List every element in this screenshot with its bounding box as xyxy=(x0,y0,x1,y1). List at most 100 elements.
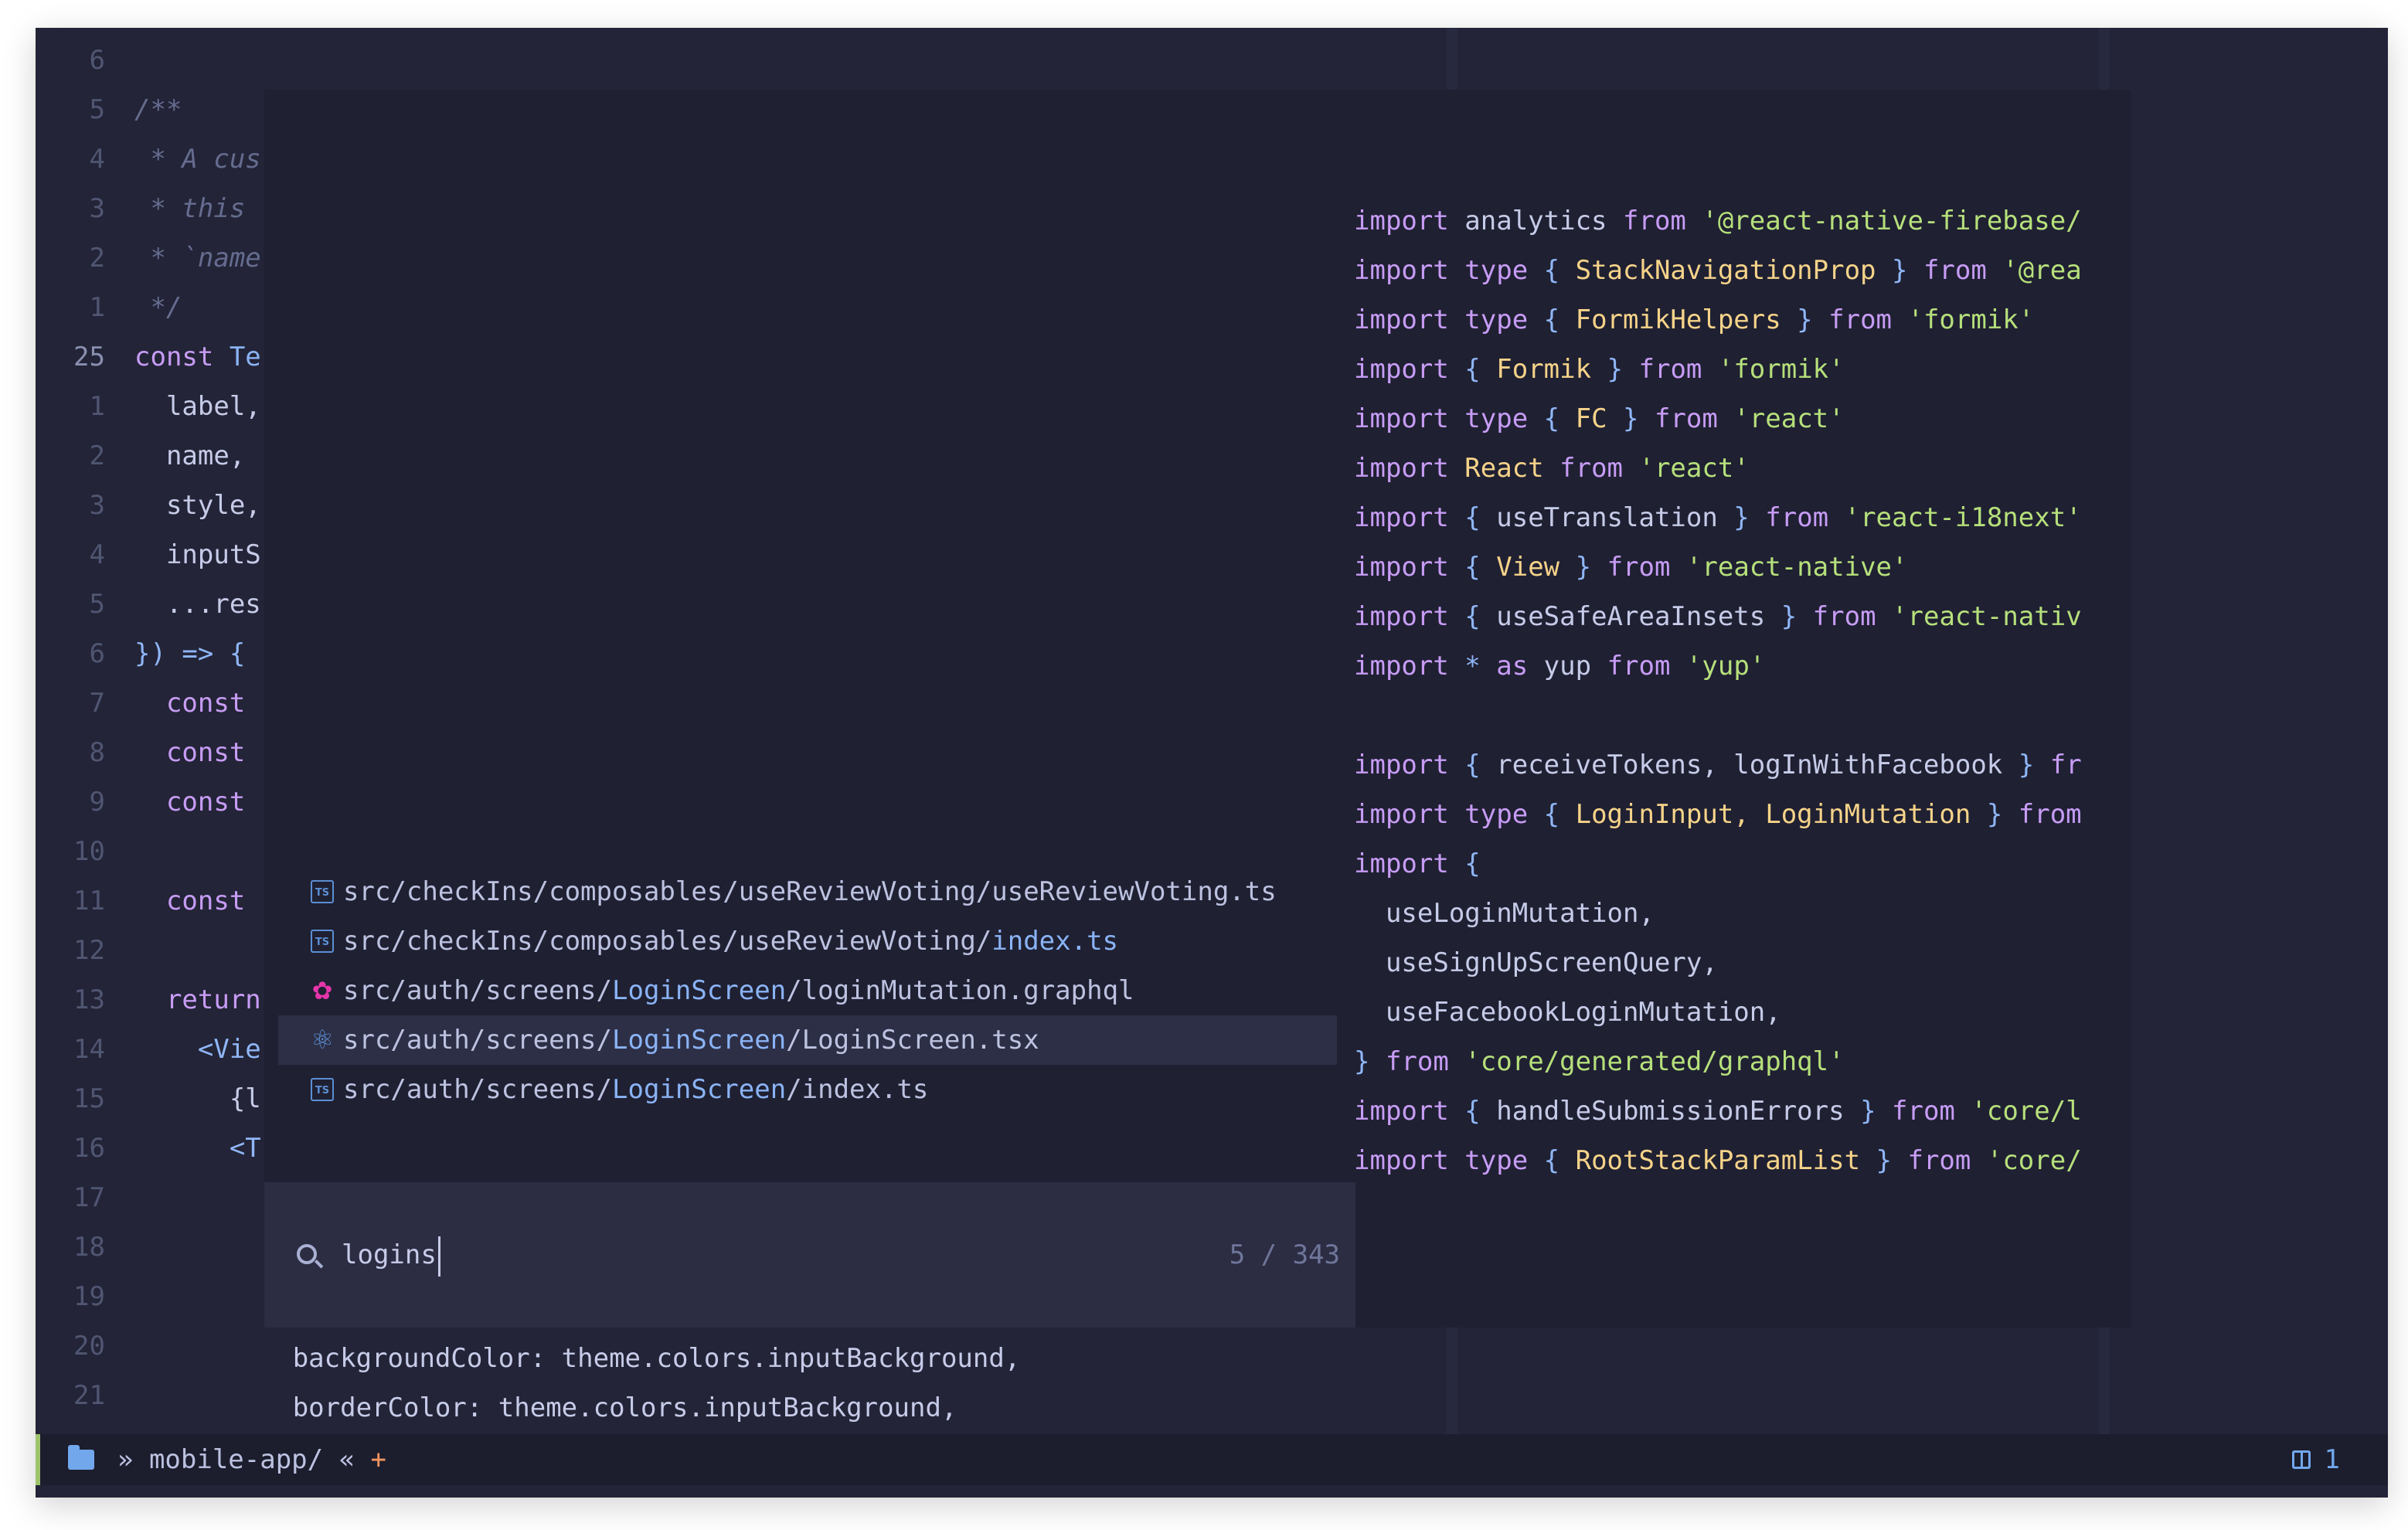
preview-line: } from 'core/generated/graphql' xyxy=(1354,1037,1845,1086)
code-line: ...res xyxy=(134,580,261,629)
picker-result-item[interactable]: TS src/checkIns/composables/useReviewVoti… xyxy=(278,867,1337,916)
react-file-icon: ⚛ xyxy=(311,1025,335,1056)
code-line: * this xyxy=(134,184,245,233)
preview-line: import { handleSubmissionErrors } from '… xyxy=(1354,1086,2082,1136)
line-number-gutter: 6 5 4 3 2 1 25 1 2 3 4 5 6 7 8 9 10 11 12 13 14 15 16 17 18 19 20 2… xyxy=(36,28,128,1462)
code-token: } xyxy=(1986,799,2019,830)
line-number: 5 xyxy=(89,94,105,125)
line-number: 9 xyxy=(89,787,105,818)
code-token: name, xyxy=(134,440,246,471)
match-highlight: index.ts xyxy=(991,926,1119,957)
code-token: */ xyxy=(134,292,182,323)
code-token: 'react-native' xyxy=(1685,552,1908,583)
typescript-file-icon: TS xyxy=(311,880,334,903)
code-token: import xyxy=(1354,354,1465,385)
path-segment: src/auth/screens/ xyxy=(343,975,612,1006)
line-number: 3 xyxy=(89,490,105,521)
line-number: 16 xyxy=(73,1133,105,1164)
code-token: yup xyxy=(1543,651,1607,682)
picker-result-item[interactable]: TS src/checkIns/composables/useReviewVoti… xyxy=(278,916,1337,966)
code-token: { xyxy=(1543,799,1576,830)
code-token: label, xyxy=(134,391,261,422)
code-token: const xyxy=(134,787,246,818)
status-bar: » mobile-app/ « + 1 xyxy=(36,1434,2388,1485)
path-segment: src/checkIns/composables/useReviewVoting… xyxy=(343,926,992,957)
search-icon xyxy=(297,1244,317,1264)
match-highlight: LoginScreen xyxy=(612,1074,787,1105)
line-number: 6 xyxy=(89,638,105,669)
picker-result-item[interactable]: TS src/auth/screens/LoginScreen/index.ts xyxy=(278,1065,1337,1114)
picker-result-item[interactable]: ✿ src/auth/screens/LoginScreen/loginMutat… xyxy=(278,966,1337,1015)
code-token: } xyxy=(1860,1096,1893,1127)
line-number: 18 xyxy=(73,1232,105,1263)
code-token: useSignUpScreenQuery, xyxy=(1354,947,1718,978)
code-token: } xyxy=(1876,1145,1908,1176)
preview-line: import type { LoginInput, LoginMutation … xyxy=(1354,790,2082,839)
path-segment: /loginMutation.graphql xyxy=(786,975,1134,1006)
code-token: import xyxy=(1354,848,1465,879)
code-token: } xyxy=(1733,502,1766,533)
preview-line: import { useTranslation } from 'react-i1… xyxy=(1354,493,2082,542)
code-token: from xyxy=(1654,403,1734,434)
line-number: 8 xyxy=(89,737,105,768)
picker-result-item[interactable]: ⚛ src/auth/screens/LoginScreen/LoginScree… xyxy=(278,1015,1337,1065)
code-token: ...res xyxy=(134,589,261,620)
code-token: LoginInput, LoginMutation xyxy=(1575,799,1987,830)
code-token: /** xyxy=(134,94,182,125)
code-token: receiveTokens, logInWithFacebook xyxy=(1496,750,2019,780)
code-token: { xyxy=(1464,502,1497,533)
code-token: } xyxy=(1797,304,1829,335)
code-line: inputS xyxy=(134,530,261,580)
line-number: 21 xyxy=(73,1380,105,1411)
result-path: src/auth/screens/LoginScreen/index.ts xyxy=(343,1065,928,1114)
line-number: 7 xyxy=(89,688,105,719)
preview-line: import { View } from 'react-native' xyxy=(1354,542,1908,592)
modified-indicator: + xyxy=(370,1444,387,1475)
graphql-file-icon: ✿ xyxy=(311,976,333,1005)
mode-indicator xyxy=(36,1434,40,1485)
diagnostics-count[interactable]: 1 xyxy=(2325,1434,2340,1485)
code-token: 'core/ xyxy=(1986,1145,2082,1176)
result-path: src/checkIns/composables/useReviewVoting… xyxy=(343,867,1277,916)
code-token: 'react-i18next' xyxy=(1844,502,2082,533)
code-token: handleSubmissionErrors xyxy=(1496,1096,1861,1127)
code-token: from xyxy=(1559,453,1639,484)
line-number: 19 xyxy=(73,1281,105,1312)
line-number: 12 xyxy=(73,935,105,966)
code-line: backgroundColor: theme.colors.inputBackg… xyxy=(134,1343,1021,1374)
preview-line: import { useSafeAreaInsets } from 'react… xyxy=(1354,592,2082,641)
code-token: Te xyxy=(229,342,261,372)
code-token: from xyxy=(1812,601,1893,632)
code-token: import xyxy=(1354,552,1465,583)
line-number: 1 xyxy=(89,292,105,323)
code-token: from xyxy=(1923,255,2003,286)
code-token: 'react' xyxy=(1733,403,1845,434)
code-line: <Vie xyxy=(134,1025,261,1074)
code-token: 'react' xyxy=(1638,453,1750,484)
code-token: const xyxy=(134,342,230,372)
code-token: <Vie xyxy=(134,1034,261,1065)
preview-line: import type { RootStackParamList } from … xyxy=(1354,1136,2082,1179)
code-token: } xyxy=(1607,354,1639,385)
code-token: 'react-nativ xyxy=(1892,601,2082,632)
code-token: inputS xyxy=(134,539,261,570)
search-query: logins xyxy=(342,1239,437,1270)
preview-line: import analytics from '@react-native-fir… xyxy=(1354,196,2082,246)
preview-line: import { receiveTokens, logInWithFaceboo… xyxy=(1354,740,2082,790)
code-line: {l xyxy=(134,1074,261,1124)
preview-line: import { Formik } from 'formik' xyxy=(1354,345,1845,394)
path-segment: /LoginScreen.tsx xyxy=(786,1025,1039,1056)
picker-prompt[interactable]: logins 5 / 343 xyxy=(264,1182,1355,1328)
path-text: mobile-app/ xyxy=(148,1444,324,1475)
code-line: label, xyxy=(134,382,261,431)
search-input[interactable]: logins xyxy=(342,1230,440,1280)
code-editor-lower[interactable]: backgroundColor: theme.colors.inputBackg… xyxy=(134,1334,1448,1434)
editor-window: 6 5 4 3 2 1 25 1 2 3 4 5 6 7 8 9 10 11 12 13 14 15 16 17 18 19 20 2… xyxy=(36,28,2388,1498)
preview-line: useSignUpScreenQuery, xyxy=(1354,938,1718,988)
code-token: 'formik' xyxy=(1907,304,2035,335)
code-token: const xyxy=(134,737,246,768)
code-line: /** xyxy=(134,85,182,134)
code-token: import type xyxy=(1354,403,1544,434)
line-number: 13 xyxy=(73,984,105,1015)
code-token: * A cus xyxy=(134,144,261,175)
